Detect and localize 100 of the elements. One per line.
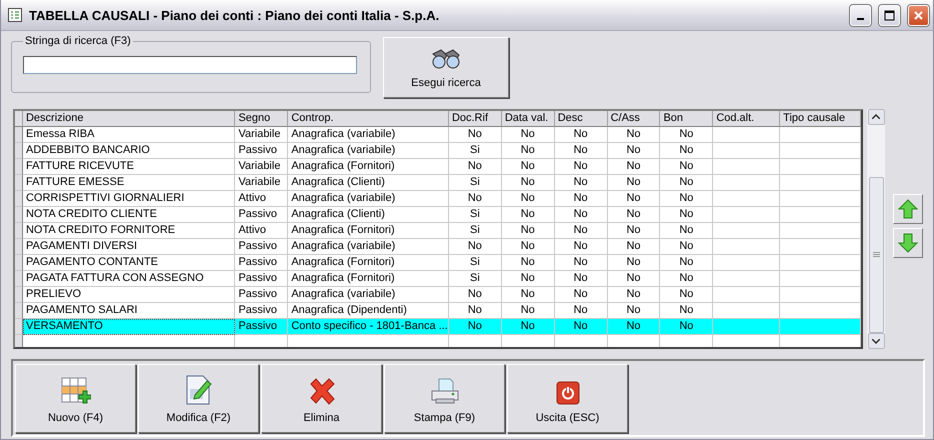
table-cell: No <box>608 287 660 303</box>
table-cell: Si <box>448 175 502 191</box>
close-button[interactable] <box>908 4 929 26</box>
search-label: Stringa di ricerca (F3) <box>24 35 132 47</box>
row-header[interactable] <box>15 335 23 347</box>
table-row[interactable]: Emessa RIBA Variabile Anagrafica (variabile) No No No No No <box>15 127 861 143</box>
table-cell: Passivo <box>235 143 288 159</box>
scroll-up-button[interactable] <box>868 109 884 125</box>
table-cell: Passivo <box>235 287 288 303</box>
empty-cell <box>713 175 780 191</box>
table-cell: ADDEBBITO BANCARIO <box>22 143 236 159</box>
table-cell: No <box>554 287 608 303</box>
table-cell: Anagrafica (Fornitori) <box>288 159 449 175</box>
row-header[interactable] <box>15 319 23 335</box>
table-cell: No <box>660 191 714 207</box>
table-cell: Anagrafica (Clienti) <box>288 207 449 223</box>
table-cell: Anagrafica (Fornitori) <box>288 271 449 287</box>
table-cell: No <box>554 271 608 287</box>
empty-cell <box>713 143 780 159</box>
scroll-down-button[interactable] <box>868 333 884 349</box>
table-row[interactable]: CORRISPETTIVI GIORNALIERI Attivo Anagrafica (variabile) No No No No No <box>15 191 861 207</box>
table-row[interactable]: FATTURE RICEVUTE Variabile Anagrafica (Fornitori) No No No No No <box>15 159 861 175</box>
table-cell: No <box>502 191 555 207</box>
table-cell: PAGAMENTO CONTANTE <box>22 255 236 271</box>
column-header[interactable]: Data val. <box>502 111 555 127</box>
column-header[interactable]: C/Ass <box>608 111 660 127</box>
column-header[interactable]: Cod.alt. <box>713 111 780 127</box>
column-header[interactable]: Segno <box>235 111 288 127</box>
table-cell: Anagrafica (variabile) <box>288 143 449 159</box>
column-header[interactable]: Bon <box>660 111 714 127</box>
column-header[interactable]: Doc.Rif <box>448 111 502 127</box>
table-cell: No <box>502 255 555 271</box>
row-header[interactable] <box>15 127 23 143</box>
maximize-icon <box>884 10 895 20</box>
table-row[interactable]: VERSAMENTO Passivo Conto specifico - 1801-Banca ... No No No No No <box>15 319 861 335</box>
table-cell: No <box>502 319 555 335</box>
table-cell: No <box>608 271 660 287</box>
table-row[interactable]: NOTA CREDITO FORNITORE Attivo Anagrafica (Fornitori) Si No No No No <box>15 223 861 239</box>
column-header[interactable]: Descrizione <box>22 111 236 127</box>
toolbar-button[interactable]: Elimina <box>261 364 382 433</box>
move-up-button[interactable] <box>893 194 923 224</box>
search-button[interactable]: Esegui ricerca <box>383 37 509 98</box>
toolbar-button[interactable]: Uscita (ESC) <box>507 364 628 433</box>
minimize-button[interactable] <box>850 4 871 26</box>
move-down-button[interactable] <box>893 228 923 258</box>
row-header[interactable] <box>15 287 23 303</box>
binoculars-icon <box>430 48 462 70</box>
table-row[interactable]: PRELIEVO Passivo Anagrafica (variabile) No No No No No <box>15 287 861 303</box>
toolbar-button[interactable]: Stampa (F9) <box>384 364 505 433</box>
row-header[interactable] <box>15 271 23 287</box>
table-row[interactable]: PAGAMENTI DIVERSI Passivo Anagrafica (variabile) No No No No No <box>15 239 861 255</box>
row-header[interactable] <box>15 239 23 255</box>
table-cell: Si <box>448 207 502 223</box>
empty-cell <box>713 159 780 175</box>
empty-cell <box>713 223 780 239</box>
caret-down-icon <box>872 338 880 344</box>
row-header[interactable] <box>15 191 23 207</box>
row-header[interactable] <box>15 303 23 319</box>
table-cell: No <box>448 287 502 303</box>
table-row[interactable]: NOTA CREDITO CLIENTE Passivo Anagrafica (Clienti) Si No No No No <box>15 207 861 223</box>
toolbar-button[interactable]: Nuovo (F4) <box>15 364 136 433</box>
search-field[interactable] <box>23 56 357 74</box>
table-cell: Si <box>448 223 502 239</box>
table-cell: No <box>608 127 660 143</box>
row-header[interactable] <box>15 255 23 271</box>
row-header[interactable] <box>15 223 23 239</box>
caret-up-icon <box>872 114 880 120</box>
row-header[interactable] <box>15 143 23 159</box>
toolbar-button[interactable]: Modifica (F2) <box>138 364 259 433</box>
table-cell: No <box>502 223 555 239</box>
row-header[interactable] <box>15 175 23 191</box>
table-cell: FATTURE RICEVUTE <box>22 159 236 175</box>
scroll-thumb[interactable] <box>868 176 884 334</box>
table-cell: No <box>660 127 714 143</box>
table-row[interactable]: ADDEBBITO BANCARIO Passivo Anagrafica (variabile) Si No No No No <box>15 143 861 159</box>
column-header[interactable]: Controp. <box>288 111 449 127</box>
scrollbar[interactable] <box>867 109 885 349</box>
table-row[interactable]: FATTURE EMESSE Variabile Anagrafica (Clienti) Si No No No No <box>15 175 861 191</box>
table-row[interactable]: PAGAMENTO CONTANTE Passivo Anagrafica (Fornitori) Si No No No No <box>15 255 861 271</box>
row-header[interactable] <box>15 207 23 223</box>
table-cell: Variabile <box>235 175 288 191</box>
up-arrow-icon <box>898 199 918 219</box>
power-icon <box>556 381 580 405</box>
table-cell: CORRISPETTIVI GIORNALIERI <box>22 191 236 207</box>
column-header[interactable]: Tipo causale <box>780 111 861 127</box>
close-icon <box>913 10 924 20</box>
table-cell: No <box>608 319 660 335</box>
table-cell: No <box>554 159 608 175</box>
cross-icon <box>308 377 336 405</box>
table-cell: Variabile <box>235 127 288 143</box>
table-cell: FATTURE EMESSE <box>22 175 236 191</box>
table-cell: Attivo <box>235 223 288 239</box>
table-cell: Passivo <box>235 239 288 255</box>
table-cell: Si <box>448 143 502 159</box>
maximize-button[interactable] <box>879 4 900 26</box>
column-header[interactable]: Desc <box>554 111 608 127</box>
row-header[interactable] <box>15 159 23 175</box>
empty-cell <box>713 271 780 287</box>
table-cell: No <box>608 207 660 223</box>
table-row[interactable]: PAGATA FATTURA CON ASSEGNO Passivo Anagrafica (Fornitori) Si No No No No <box>15 271 861 287</box>
